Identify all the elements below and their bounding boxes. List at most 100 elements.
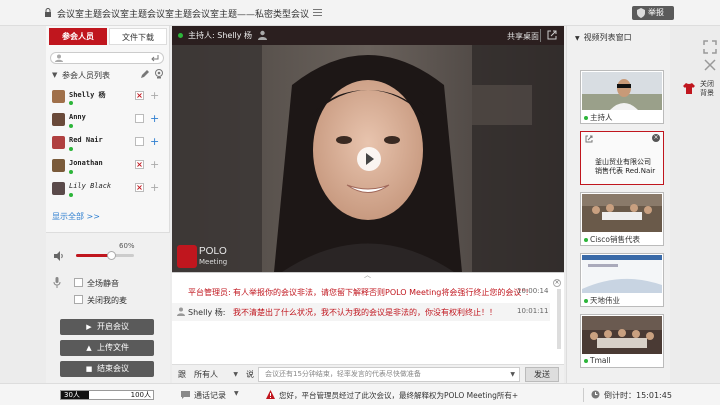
participant-item[interactable]: Red Nair + bbox=[50, 134, 166, 157]
play-button[interactable] bbox=[357, 147, 381, 171]
close-icon[interactable]: × bbox=[652, 134, 660, 142]
chat-message-input[interactable]: 会议还有15分钟结束，轻率发言的代表尽快做准备 ▼ bbox=[258, 367, 520, 382]
input-placeholder: 会议还有15分钟结束，轻率发言的代表尽快做准备 bbox=[265, 370, 421, 378]
main-video[interactable]: POLO Meeting bbox=[172, 45, 564, 272]
person-icon bbox=[258, 30, 267, 40]
divider bbox=[540, 29, 541, 42]
side-label-1: 关闭 bbox=[700, 80, 714, 88]
participant-item[interactable]: Jonathan × + bbox=[50, 157, 166, 180]
participant-name: Anny bbox=[69, 113, 86, 121]
message-text: 我不清楚出了什么状况，我不认为我的会议是非法的，你没有权利终止！！ bbox=[233, 308, 497, 317]
thumb-image bbox=[582, 255, 662, 293]
mute-toggle[interactable]: × bbox=[135, 183, 144, 192]
message-time: 10:01:11 bbox=[517, 307, 549, 315]
video-thumb-selected[interactable]: × 釜山贸业有限公司 销售代表 Red.Nair bbox=[580, 131, 664, 185]
upload-file-button[interactable]: ▲ 上传文件 bbox=[60, 340, 154, 356]
add-icon[interactable]: + bbox=[150, 158, 159, 171]
chat-panel: ︿ × 平台管理员: 有人举报你的会议非法，请您留下解释否则POLO Meeti… bbox=[172, 270, 564, 364]
collapse-arrow-icon[interactable]: ▼ bbox=[52, 71, 57, 79]
video-thumb[interactable]: Cisco销售代表 bbox=[580, 192, 664, 246]
thumb-label: Cisco销售代表 bbox=[584, 234, 640, 245]
polo-watermark: POLO Meeting bbox=[177, 245, 229, 268]
say-label: 说 bbox=[246, 370, 254, 379]
avatar bbox=[52, 182, 65, 195]
shirt-icon[interactable] bbox=[683, 83, 695, 94]
conference-app: 会议室主题会议室主题会议室主题会议室主题——私密类型会议 举报 参会人员 文件下… bbox=[0, 0, 720, 405]
button-label: 开启会议 bbox=[97, 322, 129, 331]
popout-icon[interactable] bbox=[547, 30, 557, 40]
recipient-label: 跟 bbox=[178, 370, 186, 379]
add-icon[interactable]: + bbox=[150, 112, 159, 125]
participant-item[interactable]: Shelly 杨 × + bbox=[50, 88, 166, 111]
thumb-image bbox=[582, 194, 662, 232]
start-meeting-button[interactable]: ▶ 开启会议 bbox=[60, 319, 154, 335]
send-button[interactable]: 发送 bbox=[525, 367, 559, 382]
participant-item[interactable]: Lily Black × + bbox=[50, 180, 166, 203]
chevron-down-icon[interactable]: ▼ bbox=[234, 390, 239, 397]
host-label: 主持人: Shelly 杨 bbox=[188, 31, 253, 40]
collapse-arrow-icon[interactable]: ▼ bbox=[575, 35, 580, 42]
close-chat-icon[interactable]: × bbox=[553, 279, 561, 287]
watermark-brand: POLO bbox=[199, 246, 227, 257]
video-thumb[interactable]: Tmall bbox=[580, 314, 664, 368]
share-desktop-button[interactable]: 共享桌面 bbox=[507, 31, 539, 42]
close-icon[interactable] bbox=[703, 58, 717, 72]
clock-icon bbox=[591, 390, 600, 399]
mute-toggle[interactable]: × bbox=[135, 160, 144, 169]
side-toolbar: 关闭 背景 bbox=[671, 26, 720, 383]
show-all-link[interactable]: 显示全部 >> bbox=[52, 211, 100, 222]
call-records-button[interactable]: 通话记录 bbox=[194, 390, 226, 401]
fullscreen-icon[interactable] bbox=[703, 40, 717, 54]
participant-item[interactable]: Anny + bbox=[50, 111, 166, 134]
chat-bubble-icon bbox=[181, 391, 190, 399]
add-icon[interactable]: + bbox=[150, 181, 159, 194]
checkbox-box[interactable] bbox=[74, 295, 83, 304]
popout-icon[interactable] bbox=[585, 135, 593, 143]
chat-message: Shelly 杨: 我不清楚出了什么状况，我不认为我的会议是非法的，你没有权利终… bbox=[172, 303, 550, 321]
checkbox-box[interactable] bbox=[74, 278, 83, 287]
mute-toggle[interactable]: × bbox=[135, 91, 144, 100]
participant-list-header: ▼ 参会人员列表 bbox=[50, 68, 166, 82]
report-button[interactable]: 举报 bbox=[632, 6, 674, 20]
tab-file-download[interactable]: 文件下载 bbox=[109, 28, 167, 45]
video-thumb[interactable]: 天地伟业 bbox=[580, 253, 664, 307]
participant-name: Jonathan bbox=[69, 159, 103, 167]
tab-participants[interactable]: 参会人员 bbox=[49, 28, 107, 45]
capacity-max: 100人 bbox=[130, 391, 151, 399]
volume-fill bbox=[76, 254, 111, 257]
close-background-button[interactable]: 关闭 背景 bbox=[700, 80, 714, 98]
system-notice: 您好，平台管理员经过了此次会议，最终解释权为POLO Meeting所有+ bbox=[279, 391, 519, 400]
recipient-value: 所有人 bbox=[194, 370, 218, 379]
participant-search-input[interactable] bbox=[50, 52, 164, 64]
volume-slider[interactable] bbox=[76, 251, 134, 260]
countdown-timer: 倒计时：15:01:45 bbox=[604, 390, 672, 401]
add-icon[interactable]: + bbox=[150, 89, 159, 102]
online-status-dot bbox=[69, 124, 73, 128]
edit-icon[interactable] bbox=[140, 69, 150, 79]
participant-name: Shelly 杨 bbox=[69, 91, 106, 99]
video-list-title-text: 视频列表窗口 bbox=[583, 33, 632, 42]
live-status-dot bbox=[178, 33, 183, 38]
end-meeting-button[interactable]: ■ 结束会议 bbox=[60, 361, 154, 377]
chat-scrollbar[interactable] bbox=[557, 289, 561, 349]
capacity-min: 30人 bbox=[64, 391, 80, 399]
message-text: 有人举报你的会议非法，请您留下解释否则POLO Meeting将会强行终止您的会… bbox=[233, 288, 534, 297]
volume-knob[interactable] bbox=[106, 251, 116, 260]
add-icon[interactable]: + bbox=[150, 135, 159, 148]
speaker-icon[interactable] bbox=[54, 251, 64, 261]
online-status-dot bbox=[69, 147, 73, 151]
collapse-chat-icon[interactable]: ︿ bbox=[364, 270, 371, 280]
left-tabs: 参会人员 文件下载 bbox=[49, 28, 167, 45]
video-thumb[interactable]: 主持人 bbox=[580, 70, 664, 124]
mute-toggle[interactable] bbox=[135, 114, 144, 123]
camera-icon[interactable] bbox=[154, 69, 164, 79]
mute-toggle[interactable] bbox=[135, 137, 144, 146]
checkbox-label: 关闭我的麦 bbox=[87, 296, 127, 305]
menu-icon[interactable] bbox=[313, 8, 322, 17]
person-search-icon bbox=[55, 54, 63, 62]
chevron-down-icon[interactable]: ▼ bbox=[510, 368, 515, 381]
chevron-down-icon: ▼ bbox=[233, 371, 238, 378]
recipient-select[interactable]: 所有人 ▼ bbox=[192, 368, 240, 381]
button-label: 结束会议 bbox=[97, 364, 129, 373]
chat-message: 平台管理员: 有人举报你的会议非法，请您留下解释否则POLO Meeting将会… bbox=[172, 283, 550, 301]
